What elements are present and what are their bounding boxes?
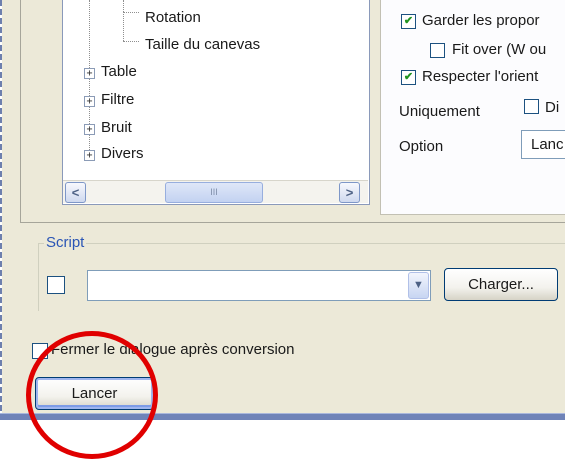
tree-connector — [123, 12, 124, 41]
option-select-value: Lanc — [531, 136, 564, 153]
expand-icon[interactable]: + — [84, 124, 95, 135]
run-button[interactable]: Lancer — [35, 377, 154, 410]
expand-icon[interactable]: + — [84, 68, 95, 79]
uniquement-option-label: Di — [545, 99, 560, 116]
uniquement-label: Uniquement — [399, 103, 480, 120]
scroll-left-icon[interactable]: < — [65, 182, 86, 203]
fit-over-checkbox[interactable] — [430, 43, 445, 58]
expand-icon[interactable]: + — [84, 96, 95, 107]
close-after-checkbox[interactable] — [32, 343, 48, 359]
chevron-down-icon[interactable]: ▼ — [408, 272, 429, 299]
tree-item-table[interactable]: Table — [101, 63, 137, 80]
tree-item-rotation[interactable]: Rotation — [145, 9, 201, 26]
script-combobox[interactable]: ▼ — [87, 270, 431, 301]
script-enable-checkbox[interactable] — [47, 276, 65, 294]
tree-connector — [123, 41, 139, 42]
tree-connector — [123, 0, 124, 12]
option-label: Option — [399, 138, 444, 155]
respect-orientation-checkbox[interactable]: ✔ — [401, 70, 416, 85]
close-after-label: Fermer le dialogue après conversion — [51, 341, 295, 358]
keep-proportions-label: Garder les propor — [422, 12, 540, 29]
settings-tree[interactable]: Rotation Taille du canevas + Table + Fil… — [62, 0, 370, 205]
uniquement-checkbox[interactable] — [524, 99, 539, 114]
option-select[interactable]: Lanc — [521, 130, 565, 159]
tree-item-filter[interactable]: Filtre — [101, 91, 134, 108]
load-script-button[interactable]: Charger... — [444, 268, 558, 301]
expand-icon[interactable]: + — [84, 150, 95, 161]
tree-item-canvas-size[interactable]: Taille du canevas — [145, 36, 260, 53]
window-bottom-border — [0, 413, 565, 420]
tree-horizontal-scrollbar[interactable]: < III > — [63, 180, 368, 203]
script-group-label: Script — [44, 234, 87, 251]
respect-orientation-label: Respecter l'orient — [422, 68, 539, 85]
scroll-thumb[interactable]: III — [165, 182, 263, 203]
tree-item-noise[interactable]: Bruit — [101, 119, 132, 136]
dialog-window: Rotation Taille du canevas + Table + Fil… — [0, 0, 565, 420]
window-left-border — [0, 0, 2, 420]
tree-item-misc[interactable]: Divers — [101, 145, 144, 162]
keep-proportions-checkbox[interactable]: ✔ — [401, 14, 416, 29]
tree-connector — [123, 12, 139, 13]
fit-over-label: Fit over (W ou — [452, 41, 547, 58]
scroll-right-icon[interactable]: > — [339, 182, 360, 203]
